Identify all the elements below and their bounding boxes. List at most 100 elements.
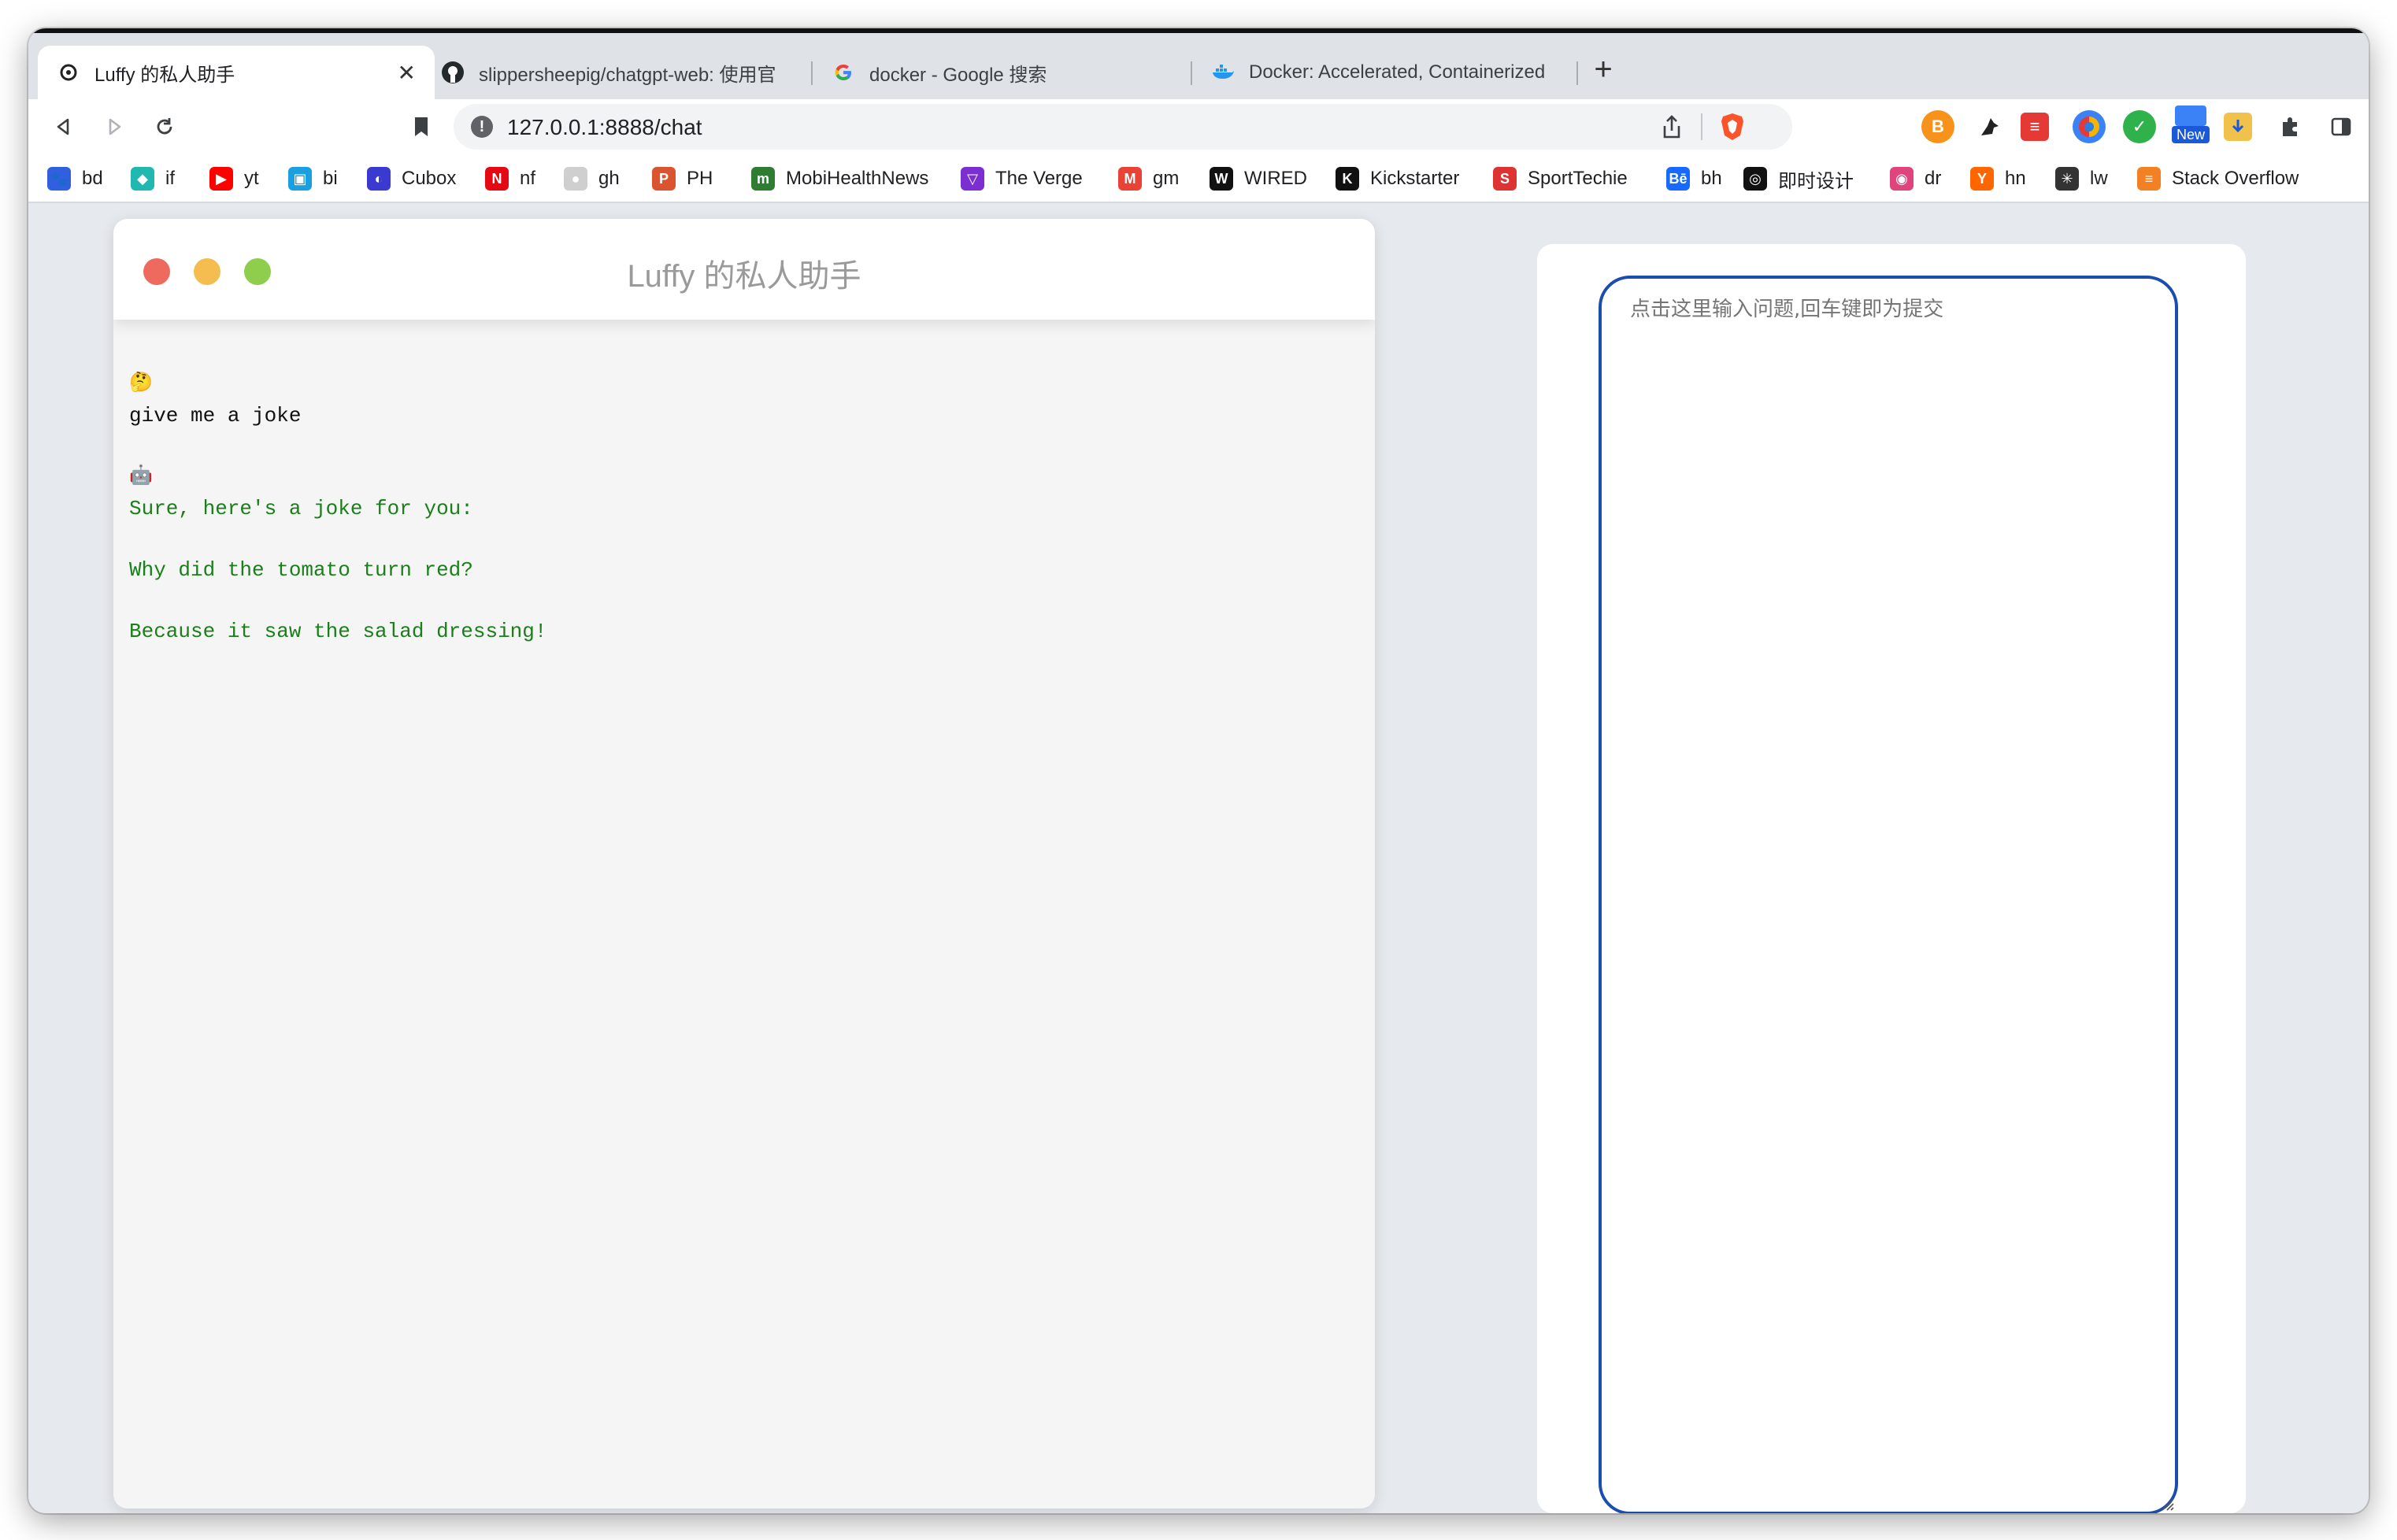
- bookmark-yt[interactable]: ▶ yt: [209, 165, 259, 192]
- new-badge: New: [2172, 126, 2210, 143]
- robot-icon: 🤖: [129, 466, 153, 487]
- producthunt-icon: P: [652, 167, 676, 191]
- bookmark-ph[interactable]: P PH: [652, 165, 713, 192]
- bookmark-label: lw: [2090, 168, 2108, 189]
- reload-icon[interactable]: [145, 107, 184, 146]
- hackernews-icon: Y: [1970, 167, 1994, 191]
- bookmark-label: bi: [323, 168, 338, 189]
- bookmark-gm[interactable]: Mgm: [1118, 165, 1179, 192]
- github-icon: ●: [564, 167, 587, 191]
- netflix-icon: N: [485, 167, 509, 191]
- bookmark-label: if: [165, 168, 175, 189]
- chat-window: Luffy 的私人助手 🤔 give me a joke 🤖 Sure, her…: [113, 219, 1375, 1509]
- bookmark-label: yt: [244, 168, 259, 189]
- tab-title: docker - Google 搜索: [869, 64, 1047, 86]
- resize-handle-icon[interactable]: [2159, 1496, 2175, 1512]
- new-extension-icon[interactable]: New: [2172, 106, 2210, 143]
- google-icon: [832, 61, 855, 84]
- mobihealthnews-icon: m: [751, 167, 775, 191]
- dribbble-icon: ◉: [1890, 167, 1914, 191]
- ifanr-icon: ◆: [131, 167, 154, 191]
- tab-github[interactable]: slippersheepig/chatgpt-web: 使用官: [422, 46, 811, 99]
- bookmark-label: WIRED: [1244, 168, 1307, 189]
- behance-icon: Bē: [1666, 167, 1690, 191]
- bookmark-lw[interactable]: ✳ lw: [2055, 165, 2108, 192]
- sidebar-toggle-icon[interactable]: [2325, 110, 2358, 143]
- bookmark-kickstarter[interactable]: K Kickstarter: [1336, 165, 1459, 192]
- address-bar[interactable]: ! 127.0.0.1:8888/chat: [454, 104, 1792, 150]
- input-panel: [1537, 244, 2246, 1513]
- bookmark-label: 即时设计: [1778, 170, 1854, 192]
- bookmarks-bar: 🐾 bd ◆ if ▶ yt ▣ bi ◐ Cubox Nnf ● gh P PH m MobiHealthNe…: [28, 154, 2369, 203]
- shield-check-extension-icon[interactable]: ✓: [2123, 110, 2156, 143]
- tab-google[interactable]: docker - Google 搜索: [813, 46, 1191, 99]
- bookmark-sporttechie[interactable]: S SportTechie: [1493, 165, 1628, 192]
- site-info-icon[interactable]: !: [471, 116, 493, 138]
- bookmark-mobihealthnews[interactable]: m MobiHealthNews: [751, 165, 928, 192]
- bookmark-gh[interactable]: ● gh: [564, 165, 620, 192]
- gmail-icon: M: [1118, 167, 1142, 191]
- url-text: 127.0.0.1:8888/chat: [507, 115, 702, 139]
- bilibili-icon: ▣: [288, 167, 312, 191]
- share-icon[interactable]: [1658, 113, 1685, 140]
- wired-icon: W: [1210, 167, 1233, 191]
- bookmark-icon[interactable]: [402, 107, 441, 146]
- thinking-face-icon: 🤔: [129, 373, 153, 394]
- bookmark-nf[interactable]: Nnf: [485, 165, 535, 192]
- youtube-icon: ▶: [209, 167, 233, 191]
- download-extension-icon[interactable]: [2224, 113, 2252, 141]
- cubox-icon: ◐: [367, 167, 391, 191]
- tab-close-icon[interactable]: ✕: [398, 60, 416, 86]
- notes-extension-icon[interactable]: ≡: [2021, 113, 2049, 141]
- bookmark-bd[interactable]: 🐾 bd: [47, 165, 103, 192]
- kickstarter-icon: K: [1336, 167, 1359, 191]
- bot-message-line: Because it saw the salad dressing!: [129, 620, 547, 643]
- bookmark-wired[interactable]: W WIRED: [1210, 165, 1307, 192]
- bookmark-label: bh: [1701, 168, 1722, 189]
- bookmark-label: SportTechie: [1528, 168, 1628, 189]
- bookmark-bh[interactable]: Bē bh: [1666, 165, 1722, 192]
- bookmark-label: Kickstarter: [1370, 168, 1460, 189]
- jishi-icon: ◎: [1743, 167, 1767, 191]
- brave-shield-icon[interactable]: [1718, 112, 1747, 142]
- bot-message-line: Why did the tomato turn red?: [129, 558, 473, 582]
- puzzle-extensions-icon[interactable]: [2274, 110, 2307, 143]
- verge-icon: ▽: [961, 167, 984, 191]
- bot-message-line: Sure, here's a joke for you:: [129, 497, 473, 520]
- tab-docker[interactable]: Docker: Accelerated, Containerized: [1192, 46, 1576, 99]
- globe-extension-icon[interactable]: [2073, 110, 2106, 143]
- docker-icon: [1211, 61, 1235, 84]
- tab-strip: Luffy 的私人助手 ✕ slippersheepig/chatgpt-web…: [28, 33, 2369, 99]
- bookmark-cubox[interactable]: ◐ Cubox: [367, 165, 456, 192]
- openai-gear-icon: [57, 61, 80, 84]
- tab-luffy[interactable]: Luffy 的私人助手 ✕: [38, 46, 435, 99]
- bookmark-if[interactable]: ◆ if: [131, 165, 175, 192]
- bookmark-即时设计[interactable]: ◎ 即时设计: [1743, 165, 1854, 192]
- back-icon[interactable]: [44, 107, 83, 146]
- new-tab-button[interactable]: +: [1583, 49, 1624, 90]
- bookmark-label: Stack Overflow: [2172, 168, 2299, 189]
- bookmark-label: gm: [1153, 168, 1180, 189]
- browser-window: Luffy 的私人助手 ✕ slippersheepig/chatgpt-web…: [28, 28, 2369, 1513]
- bookmark-bi[interactable]: ▣ bi: [288, 165, 338, 192]
- bookmark-the-verge[interactable]: ▽ The Verge: [961, 165, 1083, 192]
- toolbar: ! 127.0.0.1:8888/chat B ≡ ✓ New: [28, 99, 2369, 154]
- lw-icon: ✳: [2055, 167, 2079, 191]
- bookmark-label: Cubox: [402, 168, 457, 189]
- bookmark-stack-overflow[interactable]: ≡ Stack Overflow: [2137, 165, 2299, 192]
- bookmark-label: The Verge: [995, 168, 1083, 189]
- bookmark-label: nf: [520, 168, 536, 189]
- forward-icon[interactable]: [94, 107, 134, 146]
- bookmark-label: MobiHealthNews: [786, 168, 929, 189]
- bookmark-label: bd: [82, 168, 103, 189]
- github-icon: [441, 61, 465, 84]
- tab-title: Luffy 的私人助手: [94, 64, 235, 86]
- bitcoin-extension-icon[interactable]: B: [1921, 110, 1954, 143]
- baidu-paw-icon: 🐾: [47, 167, 71, 191]
- question-input[interactable]: [1599, 276, 2178, 1513]
- bookmark-dr[interactable]: ◉ dr: [1890, 165, 1941, 192]
- page-content: Luffy 的私人助手 🤔 give me a joke 🤖 Sure, her…: [28, 203, 2369, 1513]
- bookmark-label: gh: [598, 168, 620, 189]
- bookmark-hn[interactable]: Yhn: [1970, 165, 2026, 192]
- bird-extension-icon[interactable]: [1973, 110, 2006, 143]
